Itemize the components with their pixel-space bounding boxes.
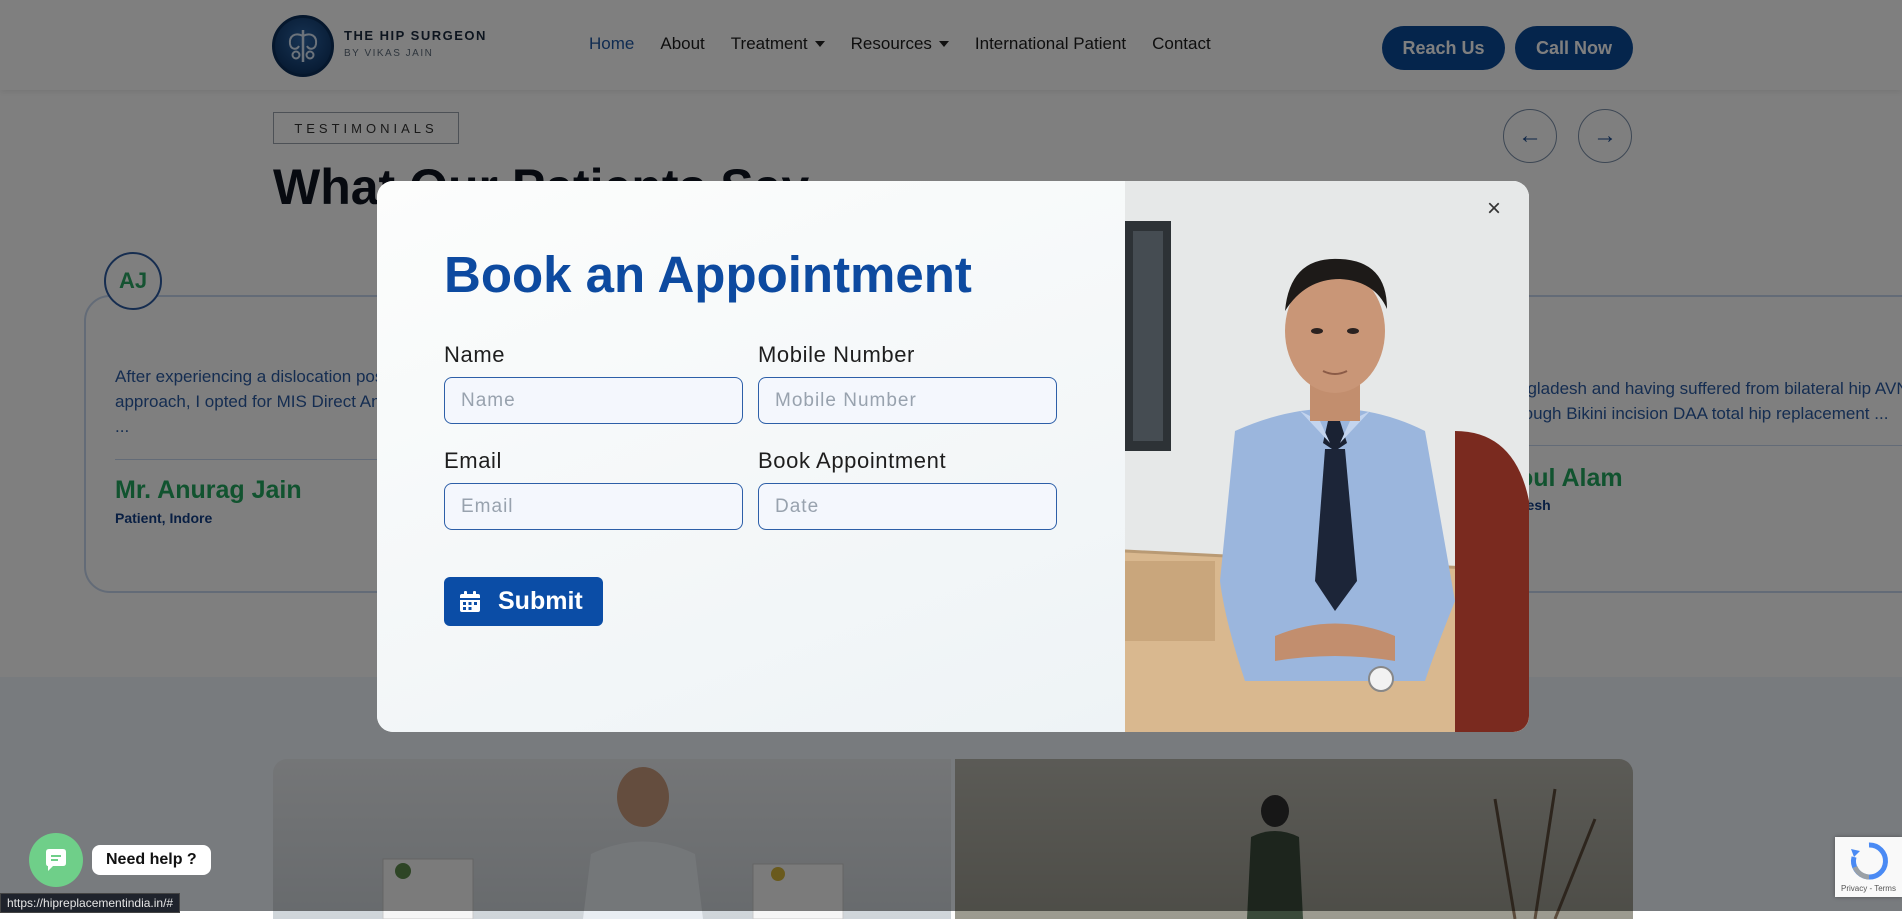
appointment-date-label: Book Appointment <box>758 448 947 473</box>
recaptcha-icon <box>1851 842 1888 880</box>
date-input[interactable] <box>758 483 1057 530</box>
submit-button[interactable]: Submit <box>444 577 603 626</box>
close-icon[interactable]: × <box>1487 197 1501 221</box>
recaptcha-links[interactable]: Privacy - Terms <box>1841 884 1896 893</box>
mobile-label: Mobile Number <box>758 342 915 367</box>
recaptcha-badge[interactable]: Privacy - Terms <box>1835 837 1902 897</box>
status-bar-url: https://hipreplacementindia.in/# <box>0 893 181 913</box>
chat-widget-button[interactable] <box>29 833 83 887</box>
need-help-label[interactable]: Need help ? <box>92 845 211 875</box>
email-input[interactable] <box>444 483 743 530</box>
appointment-form-panel: Book an Appointment Name Mobile Number E… <box>377 181 1125 732</box>
appointment-modal: Book an Appointment Name Mobile Number E… <box>377 181 1529 732</box>
modal-title: Book an Appointment <box>444 246 972 303</box>
email-label: Email <box>444 448 503 473</box>
name-label: Name <box>444 342 506 367</box>
submit-label: Submit <box>498 587 583 615</box>
calendar-icon <box>460 590 480 612</box>
doctor-portrait-image <box>1125 181 1529 732</box>
doctor-photo <box>1125 181 1529 732</box>
chat-icon <box>46 849 66 871</box>
mobile-input[interactable] <box>758 377 1057 424</box>
name-input[interactable] <box>444 377 743 424</box>
